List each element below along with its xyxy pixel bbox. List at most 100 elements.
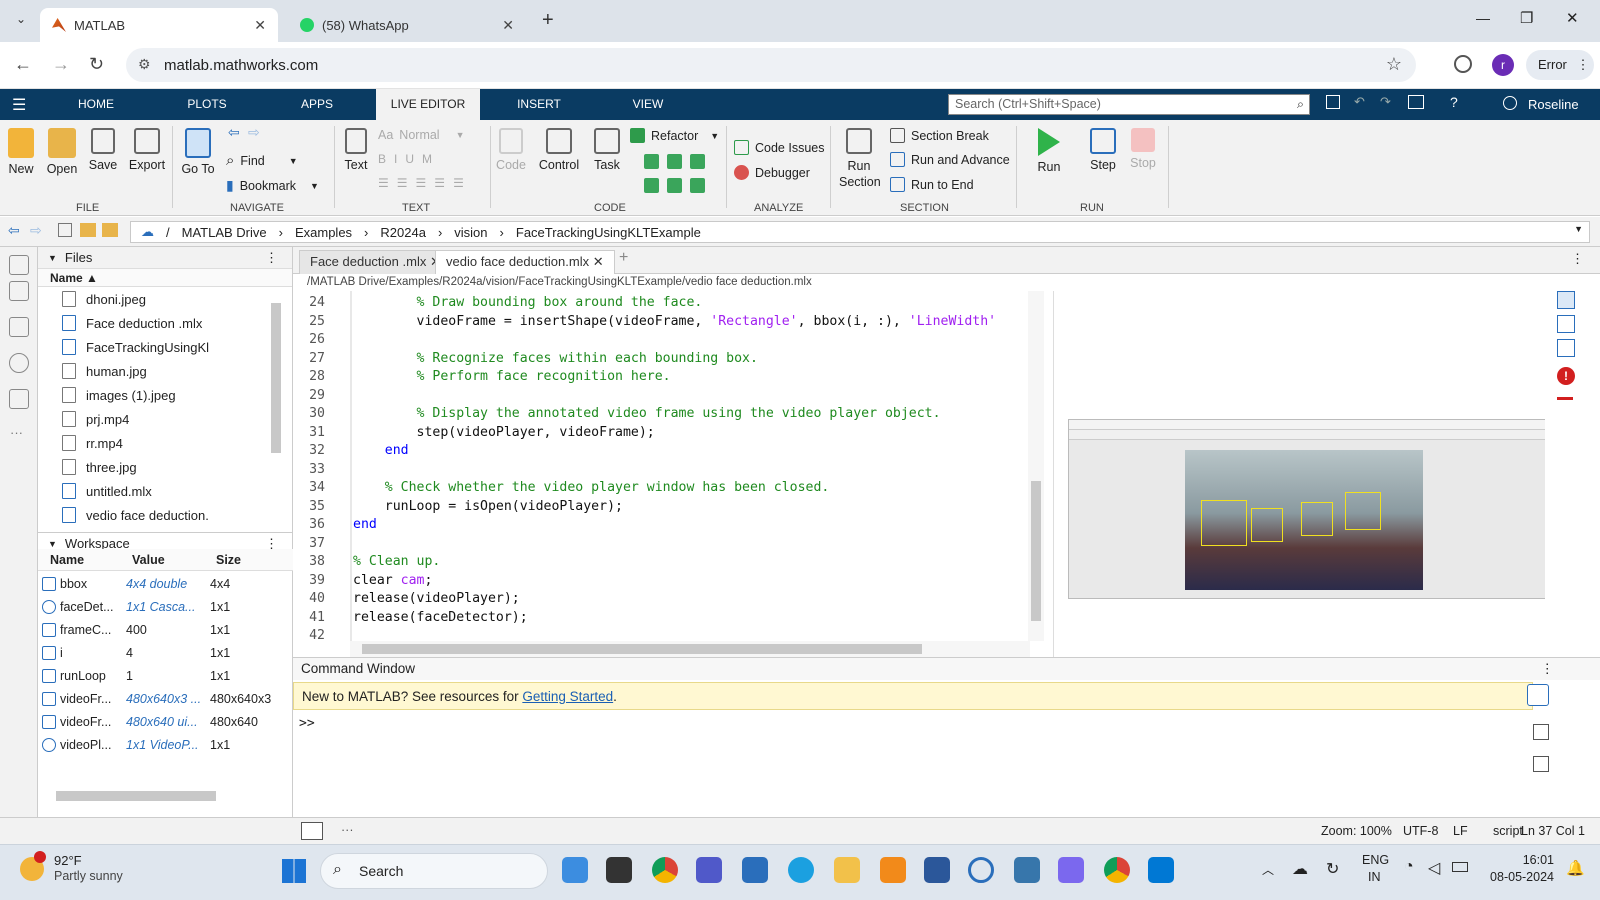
files-panel-header[interactable]: ▼ Files ⋮: [38, 247, 292, 269]
bold-icon[interactable]: B: [378, 152, 386, 166]
file-item[interactable]: rr.mp4: [62, 431, 123, 455]
volume-icon[interactable]: ◁: [1428, 858, 1440, 878]
chevron-down-icon[interactable]: ▼: [1574, 224, 1583, 234]
hide-code-icon[interactable]: [1557, 339, 1575, 357]
editor-hscrollbar[interactable]: [350, 641, 1030, 657]
files-panel-icon[interactable]: [9, 255, 29, 275]
onedrive-icon[interactable]: ☁: [1292, 859, 1308, 879]
clock-time[interactable]: 16:01: [1498, 853, 1554, 867]
editor-tab-face-deduction[interactable]: Face deduction .mlx ✕: [299, 250, 452, 274]
refactor-button[interactable]: Refactor ▼: [630, 128, 719, 143]
forward-folder-icon[interactable]: ⇨: [30, 222, 42, 239]
tab-insert[interactable]: INSERT: [508, 89, 570, 120]
tab-plots[interactable]: PLOTS: [172, 89, 242, 120]
col-value[interactable]: Value: [132, 553, 165, 567]
code-line[interactable]: % Display the annotated video frame usin…: [353, 406, 941, 421]
error-indicator-icon[interactable]: !: [1557, 367, 1575, 385]
error-button[interactable]: Error ⋮: [1526, 50, 1594, 80]
task-view-icon[interactable]: [606, 857, 632, 883]
style-dropdown[interactable]: Aa Normal ▼: [378, 128, 465, 142]
path-segment[interactable]: Examples: [295, 225, 352, 240]
tab-search-button[interactable]: ⌄: [10, 12, 32, 32]
back-nav-icon[interactable]: ⇦: [228, 124, 240, 141]
back-folder-icon[interactable]: ⇦: [8, 222, 20, 239]
save-quick-icon[interactable]: [1326, 95, 1340, 109]
up-folder-icon[interactable]: [58, 223, 72, 237]
code-editor[interactable]: 24 % Draw bounding box around the face. 2…: [293, 291, 1053, 643]
path-segment[interactable]: MATLAB Drive: [182, 225, 267, 240]
workspace-hscrollbar[interactable]: [56, 791, 216, 801]
tab-view[interactable]: VIEW: [618, 89, 678, 120]
comment-icon[interactable]: [644, 154, 659, 169]
edge-icon[interactable]: [788, 857, 814, 883]
battery-icon[interactable]: [1452, 862, 1468, 872]
code-line[interactable]: release(faceDetector);: [353, 610, 528, 625]
italic-icon[interactable]: I: [394, 152, 397, 166]
monospace-icon[interactable]: M: [422, 152, 432, 166]
code-button[interactable]: Code: [494, 128, 528, 172]
workspace-panel-icon[interactable]: [9, 281, 29, 301]
command-window-header[interactable]: Command Window ⋮: [293, 658, 1600, 680]
new-button[interactable]: New: [4, 128, 38, 176]
code-line[interactable]: end: [353, 443, 409, 458]
run-and-advance-button[interactable]: Run and Advance: [890, 152, 1010, 167]
layout-panel-icon[interactable]: [1533, 756, 1549, 772]
tab-apps[interactable]: APPS: [284, 89, 350, 120]
close-tab-icon[interactable]: ✕: [502, 17, 514, 34]
sync-app-icon[interactable]: [968, 857, 994, 883]
search-input[interactable]: Search (Ctrl+Shift+Space) ⌕: [948, 94, 1310, 115]
wrap-icon[interactable]: [690, 154, 705, 169]
hamburger-menu-icon[interactable]: ☰: [12, 95, 26, 115]
path-segment[interactable]: FaceTrackingUsingKLTExample: [516, 225, 701, 240]
teams-icon[interactable]: [696, 857, 722, 883]
align-center-icon[interactable]: ☰: [434, 176, 445, 190]
more-icon[interactable]: ···: [10, 425, 23, 440]
run-section-button[interactable]: Run Section: [836, 128, 882, 190]
path-root[interactable]: /: [166, 225, 170, 240]
getting-started-link[interactable]: Getting Started: [522, 689, 613, 704]
workspace-row[interactable]: bbox 4x4 double 4x4: [38, 573, 293, 596]
help-icon[interactable]: ?: [1450, 94, 1458, 110]
clock-date[interactable]: 08-05-2024: [1480, 870, 1554, 884]
align-right-icon[interactable]: ☰: [453, 176, 464, 190]
bookmark-button[interactable]: ▮ Bookmark ▼: [226, 177, 319, 194]
bullet-list-icon[interactable]: ☰: [378, 176, 389, 190]
output-right-icon[interactable]: [1557, 315, 1575, 333]
collapse-icon[interactable]: ▼: [48, 539, 57, 549]
forward-nav-icon[interactable]: ⇨: [248, 124, 260, 141]
forward-arrow-icon[interactable]: →: [52, 54, 70, 75]
notification-bell-icon[interactable]: 🔔: [1566, 859, 1585, 877]
file-item[interactable]: FaceTrackingUsingKl: [62, 335, 209, 359]
section-break-button[interactable]: Section Break: [890, 128, 989, 143]
restore-panel-icon[interactable]: [1533, 724, 1549, 740]
decrease-indent-icon[interactable]: [690, 178, 705, 193]
workspace-row[interactable]: videoPl... 1x1 VideoP... 1x1: [38, 734, 293, 757]
step-button[interactable]: Step: [1086, 128, 1120, 172]
control-button[interactable]: Control: [536, 128, 582, 172]
maximize-button[interactable]: ❐: [1520, 9, 1533, 27]
store-icon[interactable]: [742, 857, 768, 883]
back-arrow-icon[interactable]: ←: [14, 54, 32, 75]
file-item[interactable]: images (1).jpeg: [62, 383, 176, 407]
files-scrollbar[interactable]: [271, 303, 281, 453]
undo-icon[interactable]: ↶: [1354, 94, 1365, 110]
workspace-row[interactable]: videoFr... 480x640x3 ... 480x640x3: [38, 688, 293, 711]
code-line[interactable]: % Draw bounding box around the face.: [353, 295, 703, 310]
workspace-row[interactable]: runLoop 1 1x1: [38, 665, 293, 688]
python-icon[interactable]: [1014, 857, 1040, 883]
browser-tab-whatsapp[interactable]: (58) WhatsApp ✕: [288, 8, 526, 42]
tab-live-editor[interactable]: LIVE EDITOR: [376, 89, 480, 120]
uncomment-icon[interactable]: [667, 154, 682, 169]
chrome-profile-icon[interactable]: [1104, 857, 1130, 883]
workspace-row[interactable]: faceDet... 1x1 Casca... 1x1: [38, 596, 293, 619]
align-left-icon[interactable]: ☰: [416, 176, 427, 190]
find-button[interactable]: ⌕ Find ▼: [226, 152, 298, 169]
language-indicator[interactable]: ENG: [1362, 853, 1389, 867]
numbered-list-icon[interactable]: ☰: [397, 176, 408, 190]
terminal-icon[interactable]: [301, 822, 323, 840]
addons-icon[interactable]: [9, 389, 29, 409]
sublime-icon[interactable]: [880, 857, 906, 883]
code-line[interactable]: % Clean up.: [353, 554, 440, 569]
file-item[interactable]: dhoni.jpeg: [62, 287, 146, 311]
increase-indent-icon[interactable]: [667, 178, 682, 193]
